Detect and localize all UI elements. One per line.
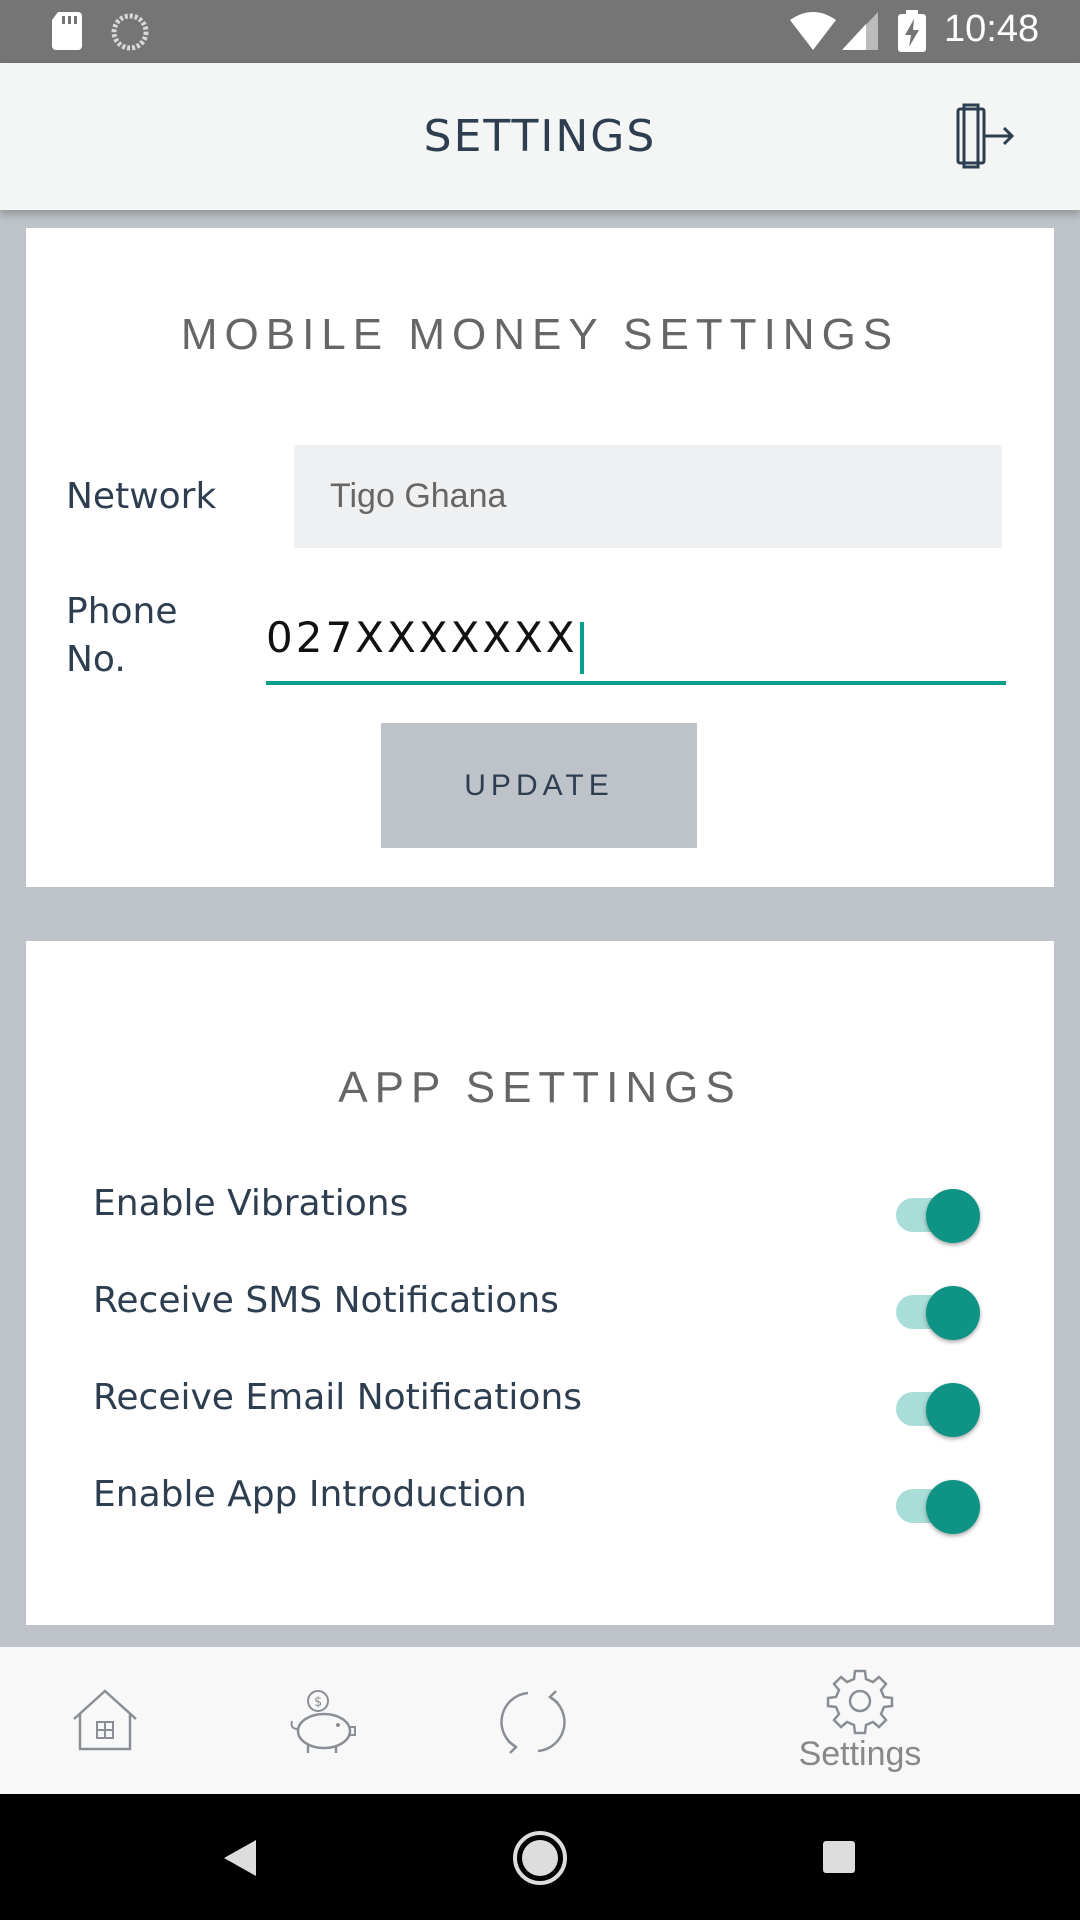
phone-label: Phone No. xyxy=(66,588,178,684)
status-clock: 10:48 xyxy=(944,8,1040,50)
app-header: SETTINGS xyxy=(0,63,1080,210)
recents-icon[interactable] xyxy=(822,1840,856,1874)
status-bar: 10:48 xyxy=(0,0,1080,63)
email-notifications-toggle[interactable] xyxy=(896,1371,980,1437)
page-title: SETTINGS xyxy=(423,111,657,162)
gear-icon xyxy=(826,1669,894,1735)
text-cursor xyxy=(579,621,584,674)
network-label: Network xyxy=(66,476,217,517)
toggle-row-intro: Enable App Introduction xyxy=(26,1458,1054,1538)
mobile-money-title: MOBILE MONEY SETTINGS xyxy=(180,310,900,359)
home-button-icon[interactable] xyxy=(512,1830,568,1886)
nav-transactions[interactable] xyxy=(490,1647,580,1794)
nav-settings[interactable]: Settings xyxy=(780,1647,940,1794)
phone-input[interactable]: 027XXXXXXX xyxy=(266,613,1006,685)
mobile-money-card: MOBILE MONEY SETTINGS Network Tigo Ghana… xyxy=(26,228,1054,887)
nav-savings[interactable]: $ xyxy=(280,1647,380,1794)
toggle-label: Receive SMS Notifications xyxy=(93,1280,559,1321)
toggle-label: Enable App Introduction xyxy=(93,1474,527,1515)
refresh-icon xyxy=(500,1690,566,1754)
network-field[interactable]: Tigo Ghana xyxy=(294,445,1002,548)
sd-card-icon xyxy=(52,12,82,50)
back-icon[interactable] xyxy=(222,1838,258,1878)
app-introduction-toggle[interactable] xyxy=(896,1468,980,1534)
battery-charging-icon xyxy=(898,10,926,52)
phone-label-line1: Phone xyxy=(66,591,178,632)
logout-icon[interactable] xyxy=(950,101,1020,171)
toggle-row-vibrations: Enable Vibrations xyxy=(26,1167,1054,1247)
toggle-row-sms: Receive SMS Notifications xyxy=(26,1264,1054,1344)
home-icon xyxy=(73,1689,137,1751)
toggle-row-email: Receive Email Notifications xyxy=(26,1361,1054,1441)
phone-label-line2: No. xyxy=(66,639,126,680)
nav-settings-label: Settings xyxy=(798,1735,922,1773)
system-nav-bar xyxy=(0,1794,1080,1920)
toggle-thumb xyxy=(926,1286,980,1340)
vibrations-toggle[interactable] xyxy=(896,1177,980,1243)
phone-input-value: 027XXXXXXX xyxy=(266,613,578,662)
toggle-label: Enable Vibrations xyxy=(93,1183,409,1224)
wifi-icon xyxy=(790,12,836,50)
app-settings-card: APP SETTINGS Enable Vibrations Receive S… xyxy=(26,941,1054,1625)
toggle-label: Receive Email Notifications xyxy=(93,1377,583,1418)
toggle-thumb xyxy=(926,1383,980,1437)
cell-signal-icon xyxy=(842,12,878,50)
nav-home[interactable] xyxy=(60,1647,150,1794)
sms-notifications-toggle[interactable] xyxy=(896,1274,980,1340)
bottom-nav: $ Settings xyxy=(0,1647,1080,1794)
toggle-thumb xyxy=(926,1480,980,1534)
update-button[interactable]: UPDATE xyxy=(381,723,697,848)
piggy-bank-icon: $ xyxy=(290,1690,356,1753)
app-settings-title: APP SETTINGS xyxy=(338,1063,742,1112)
toggle-thumb xyxy=(926,1189,980,1243)
sync-icon xyxy=(111,13,149,51)
svg-text:$: $ xyxy=(314,1695,322,1710)
